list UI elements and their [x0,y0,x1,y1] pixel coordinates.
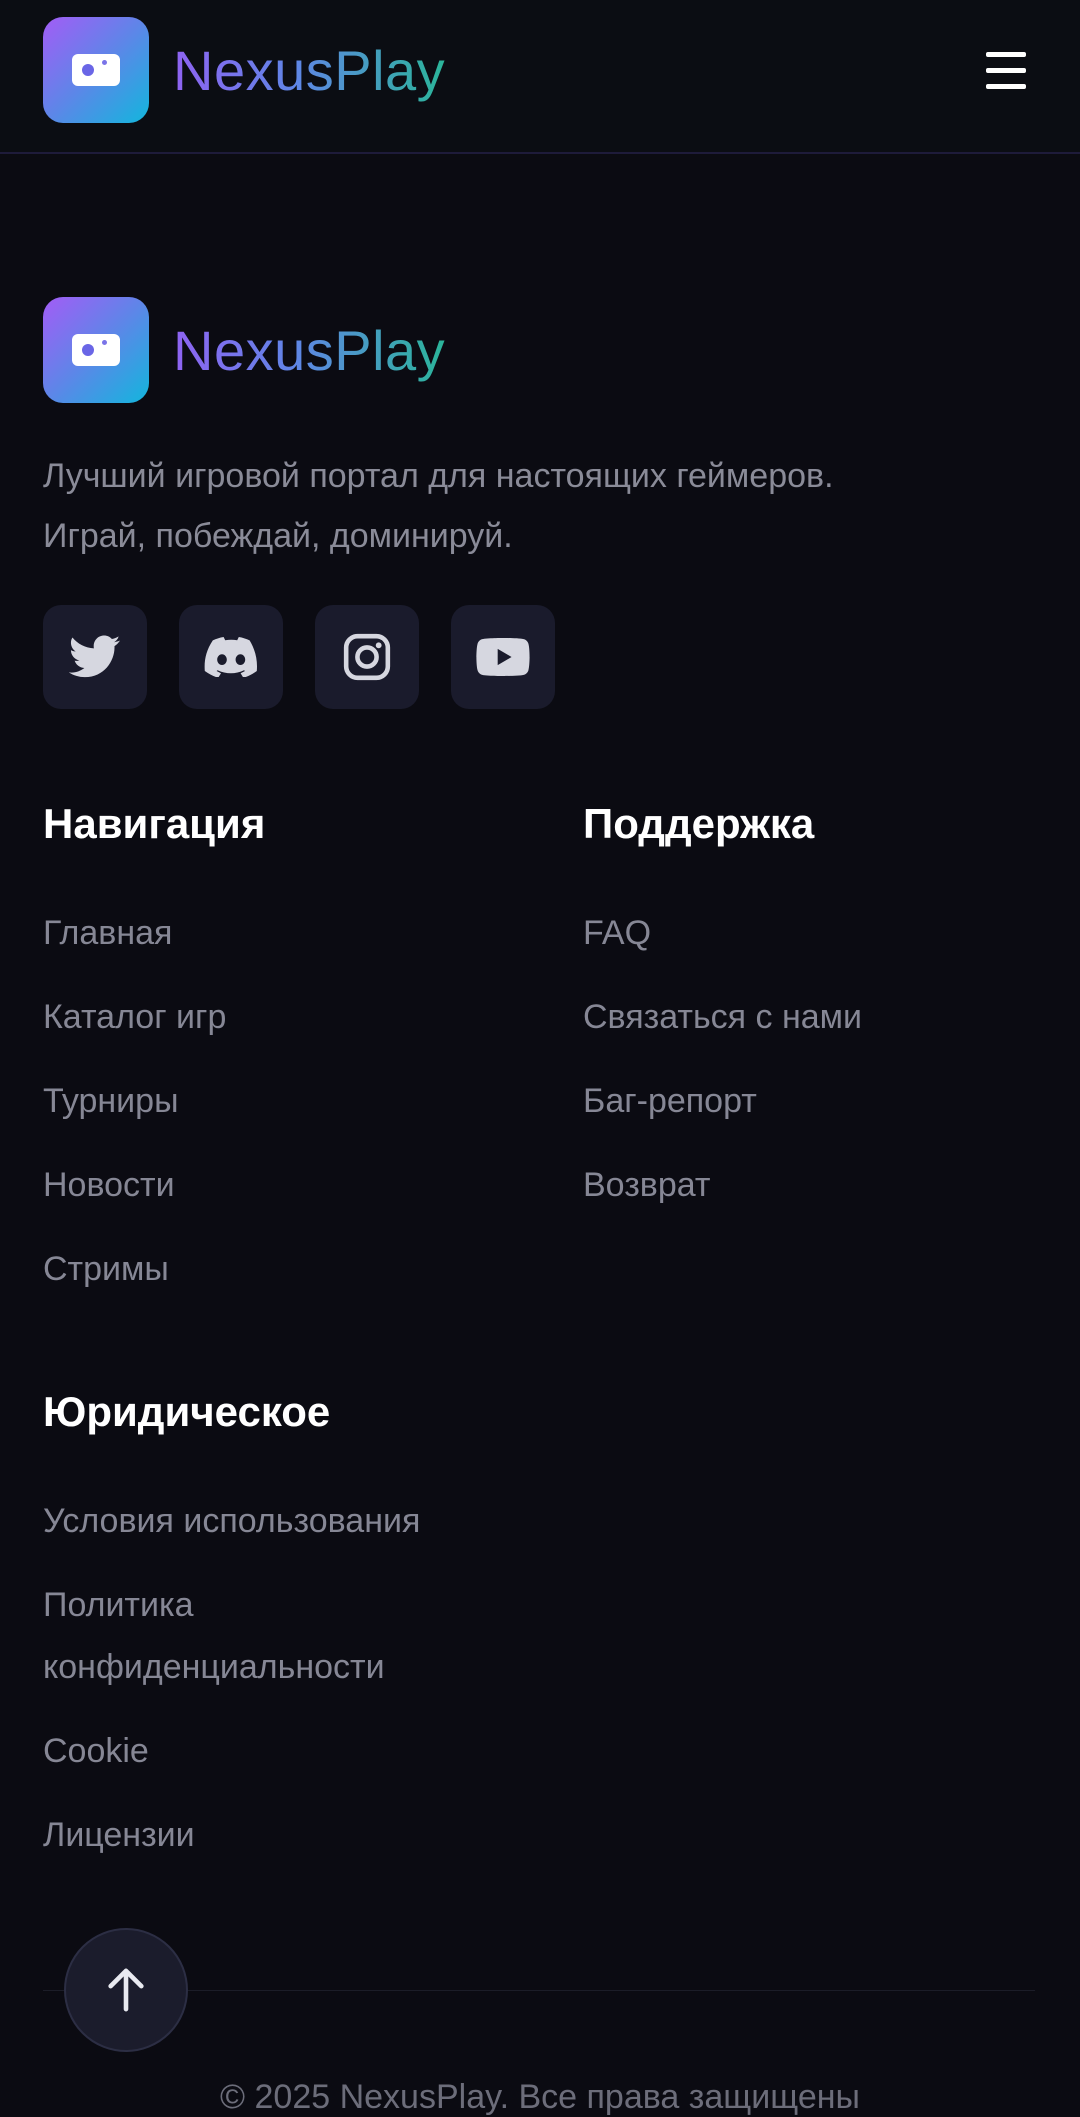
support-title: Поддержка [583,800,815,847]
legal-title: Юридическое [43,1388,331,1435]
nav-link-news[interactable]: Новости [43,1154,175,1216]
support-link-refund[interactable]: Возврат [583,1154,711,1216]
support-link-bug-report[interactable]: Баг-репорт [583,1070,757,1132]
legal-link-cookie[interactable]: Cookie [43,1720,149,1782]
social-links [43,605,555,709]
nav-link-tournaments[interactable]: Турниры [43,1070,179,1132]
arrow-up-icon [108,1968,144,2012]
youtube-button[interactable] [451,605,555,709]
hamburger-menu-icon[interactable] [980,46,1030,96]
support-link-contact[interactable]: Связаться с нами [583,986,862,1048]
discord-button[interactable] [179,605,283,709]
nav-link-home[interactable]: Главная [43,902,172,964]
nav-link-streams[interactable]: Стримы [43,1238,169,1300]
copyright: © 2025 NexusPlay. Все права защищены [220,2078,860,2116]
legal-link-terms[interactable]: Условия использования [43,1490,420,1552]
nav-link-catalog[interactable]: Каталог игр [43,986,226,1048]
logo-mark-icon [43,297,149,403]
tagline-line: Лучший игровой портал для настоящих гейм… [43,457,834,495]
legal-link-privacy-line: конфиденциальности [43,1648,385,1686]
scroll-to-top-button[interactable] [64,1928,188,2052]
header-logo[interactable]: NexusPlay [43,17,445,123]
footer-tagline: Лучший игровой портал для настоящих гейм… [43,446,1023,566]
instagram-button[interactable] [315,605,419,709]
twitter-button[interactable] [43,605,147,709]
footer-brand-name: NexusPlay [173,318,446,382]
header-brand-name: NexusPlay [173,38,446,102]
tagline-line: Играй, побеждай, доминируй. [43,517,513,555]
legal-link-licenses[interactable]: Лицензии [43,1804,195,1866]
twitter-icon [69,635,121,678]
support-link-faq[interactable]: FAQ [583,902,651,964]
logo-mark-icon [43,17,149,123]
navigation-title: Навигация [43,800,266,847]
youtube-icon [476,638,530,676]
footer-logo[interactable]: NexusPlay [43,297,445,403]
footer-divider [43,1990,1035,1991]
top-bar: NexusPlay [0,0,1080,154]
legal-link-privacy-line: Политика [43,1586,194,1624]
instagram-icon [343,633,391,681]
legal-link-privacy[interactable]: Политика конфиденциальности [43,1574,385,1698]
discord-icon [204,637,257,677]
